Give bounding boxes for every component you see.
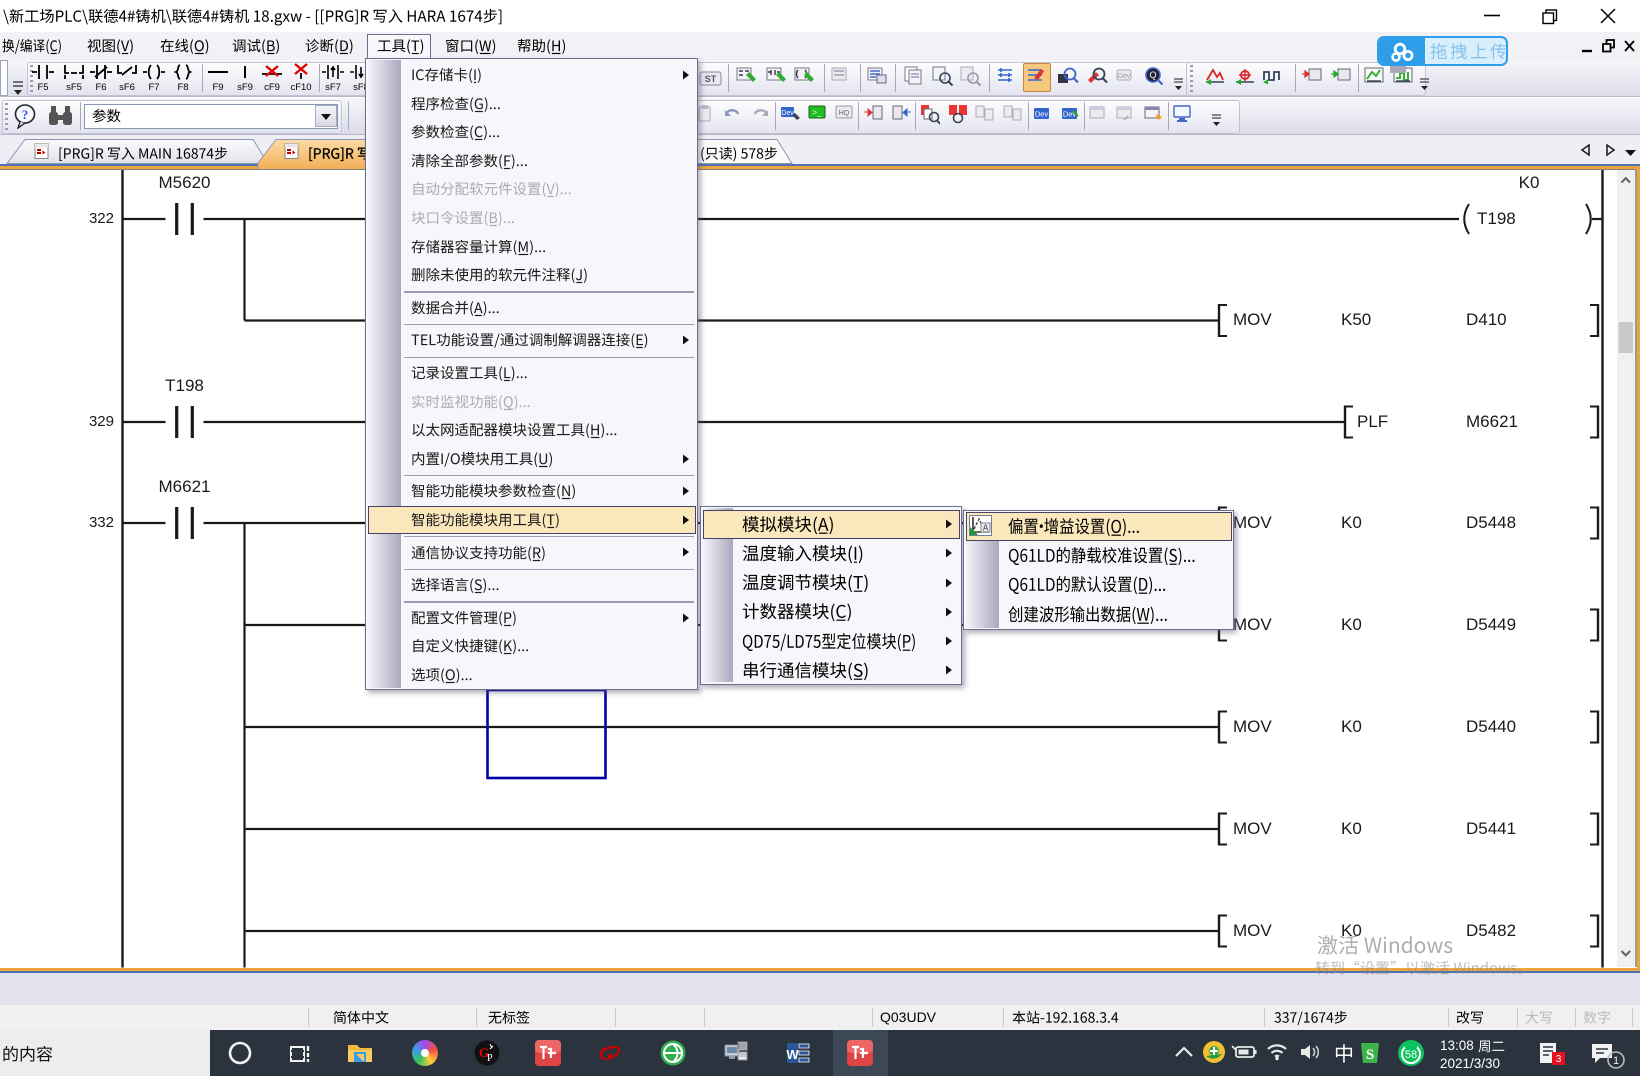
- svg-text:P: P: [487, 1053, 493, 1064]
- svg-text:Dev: Dev: [1118, 73, 1131, 80]
- svg-text:Dev: Dev: [781, 110, 794, 117]
- svg-text:?: ?: [22, 107, 29, 122]
- svg-text:ST: ST: [705, 74, 717, 84]
- svg-text:S: S: [1366, 1047, 1374, 1063]
- svg-text:Dev: Dev: [1063, 110, 1077, 119]
- svg-text:Q: Q: [1149, 70, 1156, 80]
- svg-text:3: 3: [1556, 1054, 1562, 1065]
- svg-text:58: 58: [1405, 1049, 1417, 1061]
- svg-text:A: A: [983, 524, 989, 533]
- svg-text:HQ: HQ: [839, 110, 850, 117]
- svg-text:Dev: Dev: [1035, 110, 1049, 119]
- svg-text:W: W: [786, 1047, 799, 1062]
- svg-text:1: 1: [1613, 1055, 1619, 1067]
- svg-text:>_: >_: [812, 108, 822, 117]
